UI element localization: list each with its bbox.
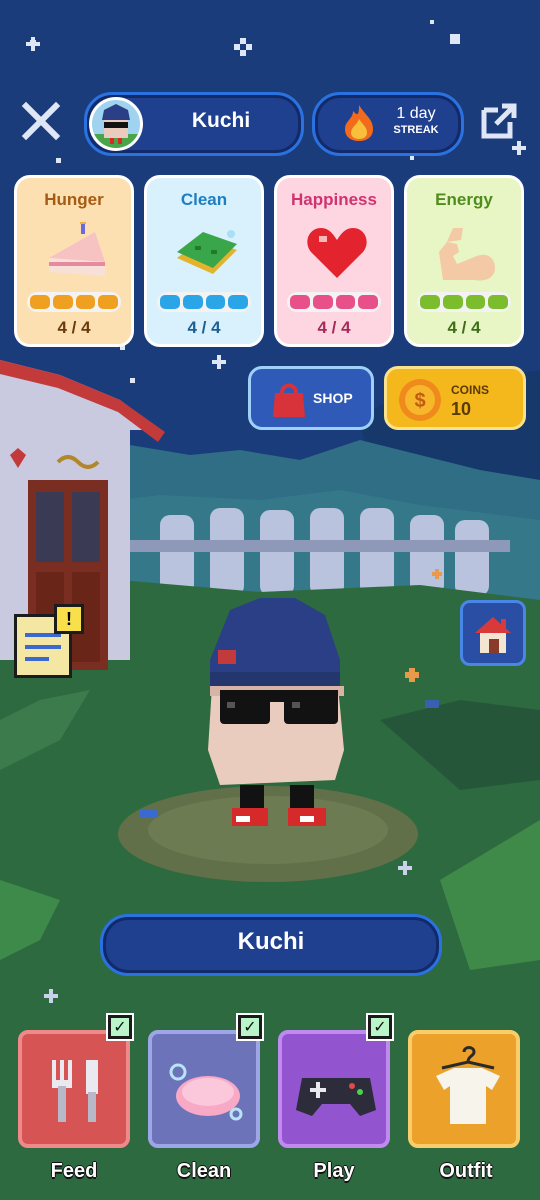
stat-title: Happiness — [291, 190, 377, 209]
heart-icon — [307, 228, 367, 278]
coins-value: 10 — [451, 399, 472, 419]
clean-button[interactable] — [148, 1030, 260, 1148]
outfit-button[interactable] — [408, 1030, 520, 1148]
fork-knife-icon — [52, 1060, 98, 1122]
streak-value: 1 day — [396, 105, 436, 122]
flexed-arm-icon — [439, 228, 495, 281]
shop-label: SHOP — [313, 390, 353, 406]
play-button[interactable] — [278, 1030, 390, 1148]
feed-done-check: ✓ — [106, 1013, 134, 1041]
stat-value: 4 / 4 — [57, 318, 91, 337]
cake-icon — [49, 222, 105, 276]
shopping-bag-icon — [273, 383, 305, 417]
gamepad-icon — [296, 1078, 376, 1116]
pet-avatar-icon — [92, 104, 140, 148]
avatar — [89, 97, 143, 151]
clean-label: Clean — [176, 1160, 232, 1182]
sponge-icon — [177, 230, 237, 274]
streak-pill[interactable]: 1 day STREAK — [312, 92, 464, 156]
outfit-label: Outfit — [439, 1160, 493, 1182]
happiness-level-bar — [287, 292, 381, 312]
stat-value: 4 / 4 — [317, 318, 351, 337]
share-button[interactable] — [478, 100, 520, 142]
stat-title: Hunger — [44, 190, 104, 209]
profile-name: Kuchi — [191, 109, 251, 132]
stat-card-happiness: Happiness 4 / 4 — [274, 175, 394, 347]
coins-label: COINS — [451, 383, 490, 397]
play-done-check: ✓ — [366, 1013, 394, 1041]
stat-value: 4 / 4 — [187, 318, 221, 337]
close-icon — [21, 101, 61, 141]
fire-icon — [345, 105, 373, 141]
external-link-icon — [481, 103, 517, 139]
quest-note-button[interactable]: ! — [14, 604, 84, 678]
play-label: Play — [313, 1160, 355, 1182]
svg-text:$: $ — [414, 390, 425, 412]
shirt-hanger-icon — [436, 1046, 500, 1124]
feed-button[interactable] — [18, 1030, 130, 1148]
shop-button[interactable]: SHOP — [248, 366, 374, 430]
coins-display: $ COINS 10 — [384, 366, 526, 430]
hunger-level-bar — [27, 292, 121, 312]
energy-level-bar — [417, 292, 511, 312]
stat-card-hunger: Hunger 4 / 4 — [14, 175, 134, 347]
clean-level-bar — [157, 292, 251, 312]
stat-card-clean: Clean 4 / 4 — [144, 175, 264, 347]
clean-done-check: ✓ — [236, 1013, 264, 1041]
coin-icon: $ — [399, 379, 441, 421]
pet-nameplate[interactable]: Kuchi — [100, 914, 442, 976]
feed-label: Feed — [50, 1160, 98, 1182]
house-icon — [475, 617, 511, 653]
notice-badge: ! — [54, 604, 84, 634]
close-button[interactable] — [18, 98, 64, 144]
stat-title: Energy — [435, 190, 493, 209]
stat-card-energy: Energy 4 / 4 — [404, 175, 524, 347]
pet-character[interactable] — [200, 590, 350, 835]
profile-pill[interactable]: Kuchi — [84, 92, 304, 156]
home-button[interactable] — [460, 600, 526, 666]
soap-icon — [169, 1063, 243, 1121]
streak-label: STREAK — [393, 124, 439, 136]
pet-name-label: Kuchi — [237, 928, 305, 955]
stat-value: 4 / 4 — [447, 318, 481, 337]
stat-title: Clean — [180, 190, 228, 209]
